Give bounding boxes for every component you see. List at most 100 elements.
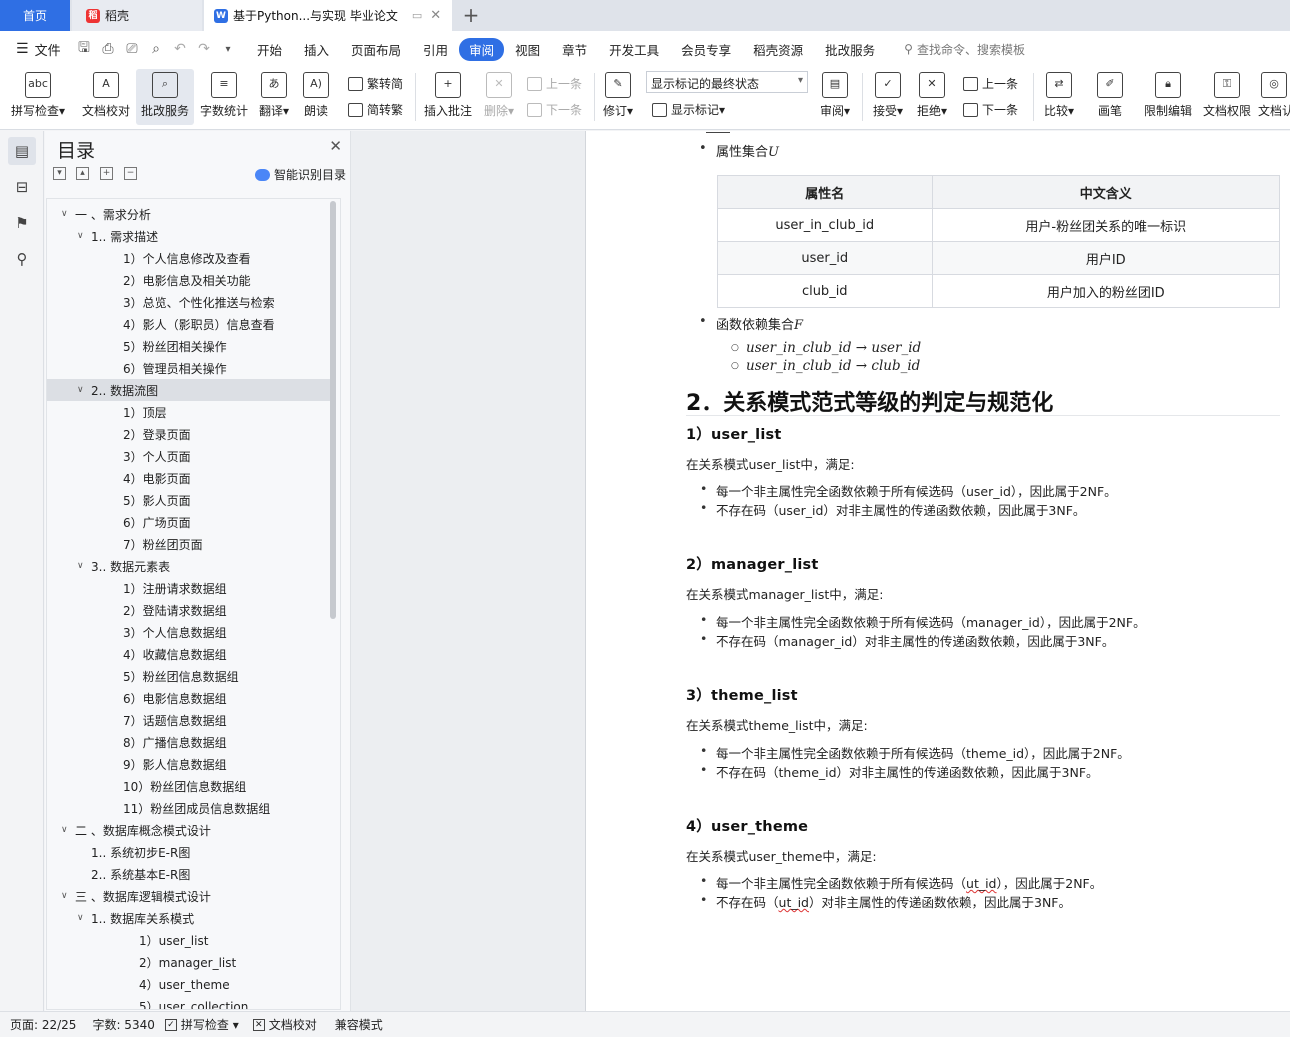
reject-button[interactable]: ✕ 拒绝▾ xyxy=(914,69,950,125)
smart-toc-button[interactable]: 智能识别目录 xyxy=(254,166,346,183)
expand-all-icon[interactable]: ▴ xyxy=(76,167,89,180)
toc-item[interactable]: 4）影人（影职员）信息查看 xyxy=(47,313,332,335)
toc-item[interactable]: 1）个人信息修改及查看 xyxy=(47,247,332,269)
toc-item[interactable]: ∨ 1.. 需求描述 xyxy=(47,225,332,247)
toc-item[interactable]: 1）顶层 xyxy=(47,401,332,423)
chevron-down-icon[interactable]: ∨ xyxy=(77,231,91,241)
toc-item[interactable]: 3）总览、个性化推送与检索 xyxy=(47,291,332,313)
close-tab-icon[interactable]: ✕ xyxy=(430,8,441,23)
pen-button[interactable]: ✐ 画笔 xyxy=(1092,69,1128,125)
toc-item[interactable]: 1）user_list xyxy=(47,929,332,951)
menu-tab[interactable]: 章节 xyxy=(551,40,598,59)
toc-item[interactable]: 2.. 系统基本E-R图 xyxy=(47,863,332,885)
new-tab-button[interactable]: + xyxy=(460,3,482,27)
toc-item[interactable]: 5）user_collection xyxy=(47,995,332,1010)
export-icon[interactable]: ⎙ xyxy=(96,41,120,57)
menu-tab[interactable]: 审阅 xyxy=(459,37,505,61)
toc-item[interactable]: 6）管理员相关操作 xyxy=(47,357,332,379)
toc-icon[interactable]: ▤ xyxy=(8,137,36,165)
chevron-down-icon[interactable]: ∨ xyxy=(61,209,75,219)
toc-item[interactable]: 4）收藏信息数据组 xyxy=(47,643,332,665)
tab-daoke[interactable]: 稻 稻壳 xyxy=(72,0,202,31)
undo-icon[interactable]: ↶ xyxy=(168,41,192,57)
toc-item[interactable]: 2）manager_list xyxy=(47,951,332,973)
simp-to-trad-button[interactable]: 简转繁 xyxy=(348,101,403,118)
preview-icon[interactable]: ⌕ xyxy=(144,41,168,57)
chevron-down-icon[interactable]: ∨ xyxy=(77,913,91,923)
save-icon[interactable]: 🖫 xyxy=(72,37,96,61)
bookmark-icon[interactable]: ⚑ xyxy=(8,209,36,237)
word-count[interactable]: 字数: 5340 xyxy=(92,1016,154,1033)
chapter-icon[interactable]: ⊟ xyxy=(8,173,36,201)
toc-item[interactable]: 2）登陆请求数据组 xyxy=(47,599,332,621)
toc-item[interactable]: 8）广播信息数据组 xyxy=(47,731,332,753)
prev-comment-button[interactable]: 上一条 xyxy=(527,75,582,92)
toc-item[interactable]: ∨ 2.. 数据流图 xyxy=(47,379,332,401)
spelling-flag[interactable]: ut_id xyxy=(966,876,996,891)
toc-item[interactable]: ∨ 三 、数据库逻辑模式设计 xyxy=(47,885,332,907)
accept-button[interactable]: ✓ 接受▾ xyxy=(870,69,906,125)
close-icon[interactable]: ✕ xyxy=(329,137,342,155)
spell-check-button[interactable]: abc 拼写检查▾ xyxy=(10,69,66,125)
chevron-down-icon[interactable]: ∨ xyxy=(61,891,75,901)
correction-service-button[interactable]: ⌕ 批改服务 xyxy=(136,69,194,125)
prev-change-button[interactable]: 上一条 xyxy=(963,75,1018,92)
menu-tab[interactable]: 批改服务 xyxy=(814,40,886,59)
proofread-status[interactable]: ✕ 文档校对 xyxy=(252,1016,317,1033)
toc-item[interactable]: 2）登录页面 xyxy=(47,423,332,445)
chevron-down-icon[interactable]: ∨ xyxy=(77,561,91,571)
toc-item[interactable]: ∨ 3.. 数据元素表 xyxy=(47,555,332,577)
show-markup-button[interactable]: 显示标记 ▾ xyxy=(652,101,725,118)
redo-icon[interactable]: ↷ xyxy=(192,41,216,57)
next-change-button[interactable]: 下一条 xyxy=(963,101,1018,118)
review-pane-button[interactable]: ▤ 审阅▾ xyxy=(816,69,854,125)
doc-auth-button[interactable]: ◎ 文档认 xyxy=(1258,69,1290,125)
toc-item[interactable]: 2）电影信息及相关功能 xyxy=(47,269,332,291)
search-icon[interactable]: ⚲ xyxy=(8,245,36,273)
markup-state-select[interactable]: 显示标记的最终状态 xyxy=(646,71,808,93)
toc-item[interactable]: 3）个人信息数据组 xyxy=(47,621,332,643)
menu-tab[interactable]: 稻壳资源 xyxy=(742,40,814,59)
toc-item[interactable]: 3）个人页面 xyxy=(47,445,332,467)
toc-item[interactable]: 5）影人页面 xyxy=(47,489,332,511)
toc-item[interactable]: 5）粉丝团相关操作 xyxy=(47,335,332,357)
delete-comment-button[interactable]: ✕ 删除▾ xyxy=(480,69,518,125)
doc-proof-button[interactable]: A 文档校对 xyxy=(80,69,132,125)
word-count-button[interactable]: ≡ 字数统计 xyxy=(198,69,250,125)
more-icon[interactable]: ▾ xyxy=(216,44,240,55)
menu-tab[interactable]: 会员专享 xyxy=(670,40,742,59)
toc-item[interactable]: 4）user_theme xyxy=(47,973,332,995)
remove-heading-icon[interactable]: − xyxy=(124,167,137,180)
menu-tab[interactable]: 页面布局 xyxy=(340,40,412,59)
toc-scrollbar[interactable] xyxy=(330,201,336,619)
toc-item[interactable]: 11）粉丝团成员信息数据组 xyxy=(47,797,332,819)
track-changes-button[interactable]: ✎ 修订▾ xyxy=(600,69,636,125)
menu-tab[interactable]: 插入 xyxy=(293,40,340,59)
toc-item[interactable]: 7）粉丝团页面 xyxy=(47,533,332,555)
collapse-all-icon[interactable]: ▾ xyxy=(53,167,66,180)
restrict-edit-button[interactable]: 🔒︎ 限制编辑 xyxy=(1140,69,1196,125)
toc-item[interactable]: 6）广场页面 xyxy=(47,511,332,533)
doc-permission-button[interactable]: ⚿ 文档权限 xyxy=(1200,69,1254,125)
toc-item[interactable]: 4）电影页面 xyxy=(47,467,332,489)
insert-comment-button[interactable]: + 插入批注 xyxy=(422,69,474,125)
toc-item[interactable]: 9）影人信息数据组 xyxy=(47,753,332,775)
add-heading-icon[interactable]: + xyxy=(100,167,113,180)
tab-home[interactable]: 首页 xyxy=(0,0,70,31)
next-comment-button[interactable]: 下一条 xyxy=(527,101,582,118)
read-aloud-button[interactable]: A) 朗读 xyxy=(300,69,332,125)
toc-item[interactable]: 1.. 系统初步E-R图 xyxy=(47,841,332,863)
menu-tab[interactable]: 引用 xyxy=(412,40,459,59)
file-menu[interactable]: ☰ 文件 xyxy=(0,40,72,59)
toc-item[interactable]: 6）电影信息数据组 xyxy=(47,687,332,709)
print-icon[interactable]: ⎚ xyxy=(120,41,144,57)
chevron-down-icon[interactable]: ∨ xyxy=(77,385,91,395)
chevron-down-icon[interactable]: ∨ xyxy=(61,825,75,835)
translate-button[interactable]: あ翻译▾ xyxy=(256,69,292,125)
toc-item[interactable]: 10）粉丝团信息数据组 xyxy=(47,775,332,797)
toc-item[interactable]: ∨ 二 、数据库概念模式设计 xyxy=(47,819,332,841)
toc-item[interactable]: 5）粉丝团信息数据组 xyxy=(47,665,332,687)
page-indicator[interactable]: 页面: 22/25 xyxy=(10,1016,76,1033)
toc-item[interactable]: 7）话题信息数据组 xyxy=(47,709,332,731)
command-search[interactable]: ⚲ 查找命令、搜索模板 xyxy=(904,41,1025,58)
